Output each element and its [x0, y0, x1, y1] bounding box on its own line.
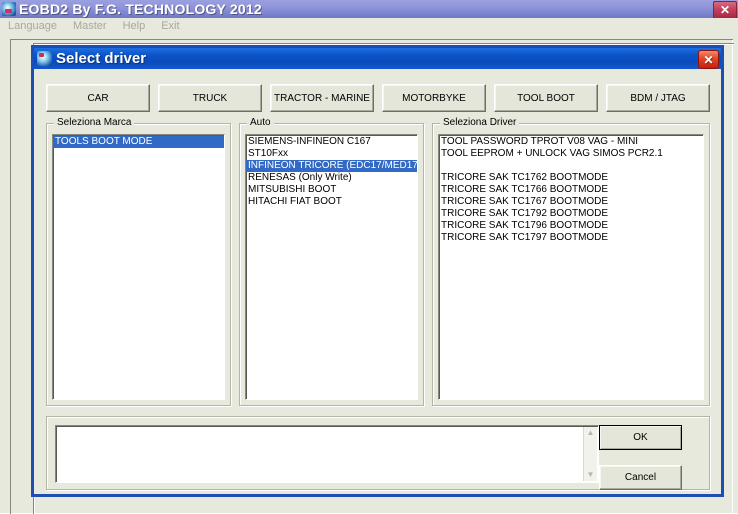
driver-item[interactable]: TRICORE SAK TC1796 BOOTMODE	[439, 220, 703, 232]
driver-item[interactable]: TRICORE SAK TC1767 BOOTMODE	[439, 196, 703, 208]
auto-item[interactable]: HITACHI FIAT BOOT	[246, 196, 417, 208]
scroll-down-icon[interactable]: ▼	[585, 469, 597, 481]
tab-motorbyke[interactable]: MOTORBYKE	[382, 84, 486, 112]
application-title: EOBD2 By F.G. TECHNOLOGY 2012	[19, 1, 262, 17]
driver-item[interactable]: TOOL EEPROM + UNLOCK VAG SIMOS PCR2.1	[439, 148, 703, 160]
menu-item-master[interactable]: Master	[65, 20, 115, 32]
menu-item-exit[interactable]: Exit	[153, 20, 187, 32]
auto-item[interactable]: RENESAS (Only Write)	[246, 172, 417, 184]
driver-item[interactable]	[439, 160, 703, 172]
auto-groupbox: Auto SIEMENS-INFINEON C167 ST10Fxx INFINEO…	[239, 117, 424, 406]
menu-item-language[interactable]: Language	[0, 20, 65, 32]
main-application-window: EOBD2 By F.G. TECHNOLOGY 2012 ✕ Language…	[0, 0, 738, 514]
ok-button[interactable]: OK	[599, 425, 682, 450]
marca-listbox[interactable]: TOOLS BOOT MODE	[52, 134, 225, 400]
marca-groupbox: Seleziona Marca TOOLS BOOT MODE	[46, 117, 231, 406]
auto-item[interactable]: SIEMENS-INFINEON C167	[246, 136, 417, 148]
dialog-titlebar: Select driver ✕	[34, 48, 721, 69]
driver-item[interactable]: TRICORE SAK TC1766 BOOTMODE	[439, 184, 703, 196]
auto-listbox[interactable]: SIEMENS-INFINEON C167 ST10Fxx INFINEON TRI…	[245, 134, 418, 400]
select-driver-dialog: Select driver ✕ CAR TRUCK TRACTOR - MARI…	[31, 45, 724, 497]
marca-groupbox-caption: Seleziona Marca	[54, 117, 135, 128]
auto-groupbox-caption: Auto	[247, 117, 274, 128]
application-titlebar: EOBD2 By F.G. TECHNOLOGY 2012 ✕	[0, 0, 738, 18]
driver-item[interactable]: TRICORE SAK TC1792 BOOTMODE	[439, 208, 703, 220]
menu-item-help[interactable]: Help	[115, 20, 154, 32]
driver-groupbox: Seleziona Driver TOOL PASSWORD TPROT V08…	[432, 117, 710, 406]
auto-item[interactable]: MITSUBISHI BOOT	[246, 184, 417, 196]
log-scrollbar[interactable]: ▲ ▼	[583, 427, 597, 481]
tab-bdm-jtag[interactable]: BDM / JTAG	[606, 84, 710, 112]
driver-groupbox-caption: Seleziona Driver	[440, 117, 520, 128]
driver-item[interactable]: TRICORE SAK TC1797 BOOTMODE	[439, 232, 703, 244]
application-close-icon[interactable]: ✕	[713, 1, 737, 18]
log-textarea[interactable]: ▲ ▼	[55, 425, 599, 483]
driver-item[interactable]: TOOL PASSWORD TPROT V08 VAG - MINI	[439, 136, 703, 148]
auto-item[interactable]: INFINEON TRICORE (EDC17/MED17)	[246, 160, 417, 172]
auto-item[interactable]: ST10Fxx	[246, 148, 417, 160]
tab-tool-boot[interactable]: TOOL BOOT	[494, 84, 598, 112]
cancel-button[interactable]: Cancel	[599, 465, 682, 490]
driver-item[interactable]: TRICORE SAK TC1762 BOOTMODE	[439, 172, 703, 184]
marca-item[interactable]: TOOLS BOOT MODE	[53, 136, 224, 148]
tab-tractor-marine[interactable]: TRACTOR - MARINE	[270, 84, 374, 112]
application-icon	[2, 2, 16, 16]
application-menubar: Language Master Help Exit	[0, 18, 738, 34]
scroll-up-icon[interactable]: ▲	[585, 427, 597, 439]
driver-listbox[interactable]: TOOL PASSWORD TPROT V08 VAG - MINI TOOL E…	[438, 134, 704, 400]
dialog-icon	[37, 51, 52, 66]
dialog-close-icon[interactable]: ✕	[698, 50, 719, 69]
tab-truck[interactable]: TRUCK	[158, 84, 262, 112]
category-button-row: CAR TRUCK TRACTOR - MARINE MOTORBYKE TOO…	[46, 84, 710, 112]
dialog-title: Select driver	[56, 50, 147, 67]
tab-car[interactable]: CAR	[46, 84, 150, 112]
